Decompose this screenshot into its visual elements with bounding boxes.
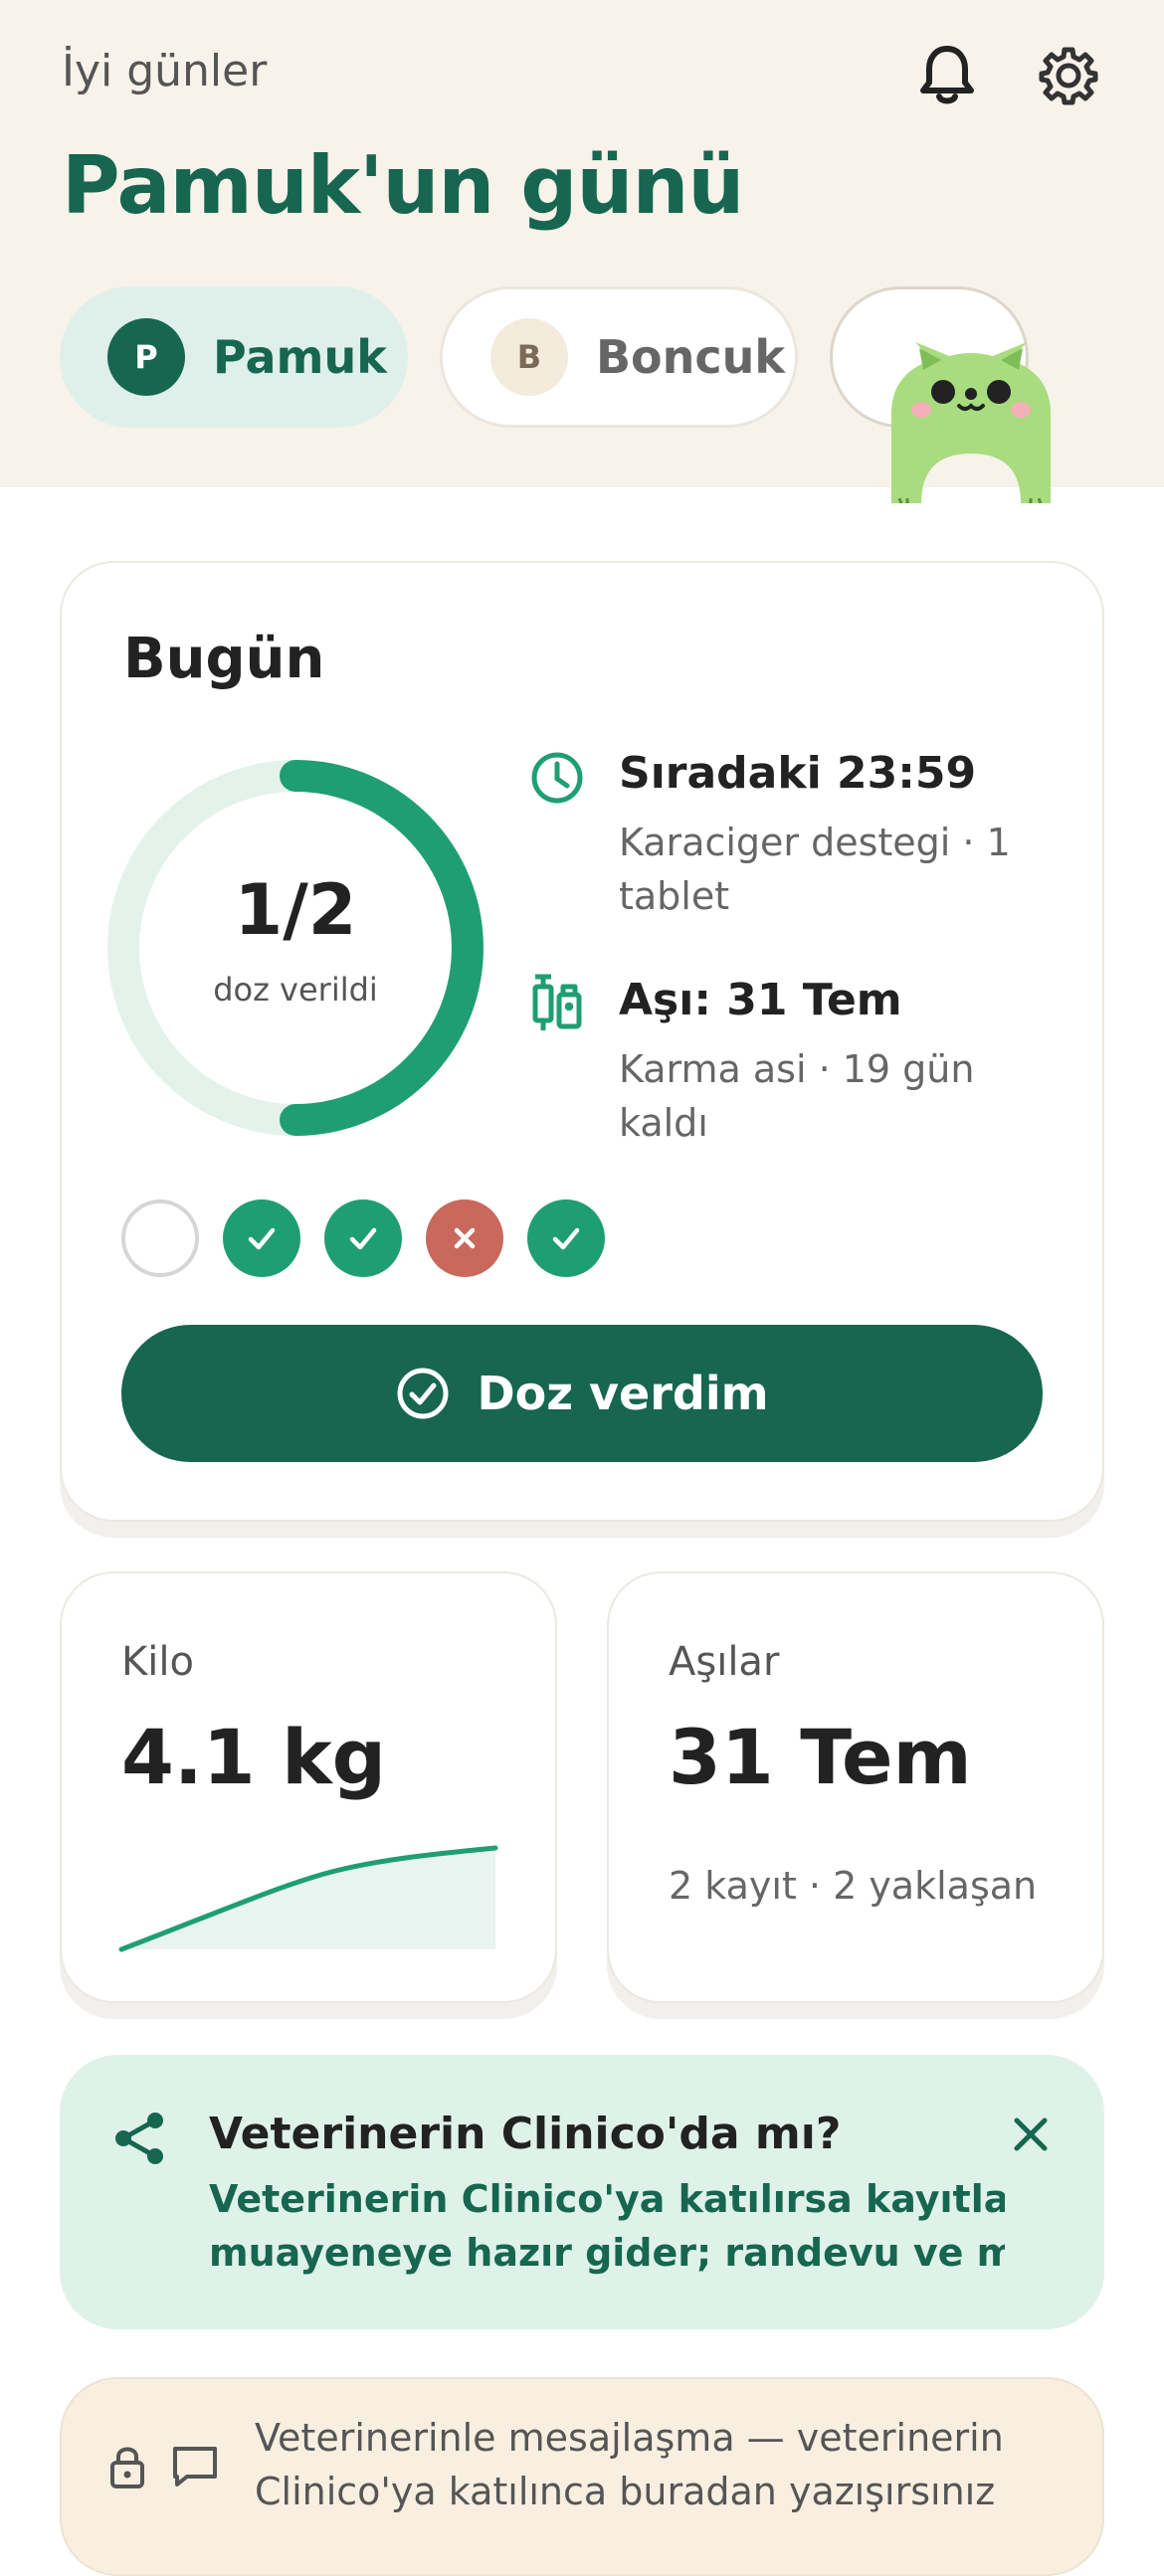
weight-value: 4.1 kg (121, 1713, 387, 1801)
dose-count-label: doz verildi (213, 971, 378, 1009)
pet-name: Pamuk (213, 330, 387, 384)
bell-icon (920, 46, 974, 104)
history-dot-missed (426, 1199, 503, 1277)
syringe-icon (532, 974, 582, 1030)
vaccines-value: 31 Tem (669, 1713, 972, 1801)
vaccine-title: Aşı: 31 Tem (619, 975, 902, 1025)
messaging-note-text: Veterinerinle mesajlaşma — veterinerin C… (255, 2416, 1004, 2513)
history-dot-done (324, 1199, 402, 1277)
clock-icon (531, 752, 583, 804)
avatar: P (107, 318, 185, 396)
today-title: Bugün (123, 627, 325, 691)
message-icon (173, 2447, 217, 2486)
avatar: B (490, 318, 568, 396)
history-dot-pending (121, 1199, 199, 1277)
x-icon (454, 1227, 476, 1249)
lock-icon (110, 2447, 144, 2488)
settings-button[interactable] (1031, 38, 1106, 113)
weight-trend-sparkline (118, 1845, 498, 1952)
vaccines-summary: 2 kayıt · 2 yaklaşan (669, 1864, 1038, 1908)
history-dot-done (527, 1199, 605, 1277)
today-card: Bugün 1/2 doz verildi Sıradaki 23:59 Kar… (60, 561, 1104, 1522)
page-title: Pamuk'un günü (62, 139, 744, 232)
weight-label: Kilo (121, 1639, 194, 1685)
next-dose-title: Sıradaki 23:59 (619, 748, 977, 799)
weight-card[interactable]: Kilo 4.1 kg (60, 1571, 557, 2003)
dose-given-button[interactable]: Doz verdim (121, 1325, 1043, 1462)
gear-icon (1039, 47, 1098, 105)
cat-mascot-icon (891, 342, 1051, 503)
check-circle-icon (397, 1368, 449, 1419)
close-icon (1014, 2117, 1048, 2151)
check-icon (349, 1227, 377, 1250)
clinic-banner[interactable]: Veterinerin Clinico'da mı? Veterinerin C… (60, 2055, 1104, 2329)
pet-tab-boncuk[interactable]: B Boncuk (440, 286, 798, 428)
history-dot-done (223, 1199, 300, 1277)
dismiss-banner-button[interactable] (1001, 2105, 1061, 2164)
check-icon (248, 1227, 276, 1250)
clinic-banner-text: Veterinerin Clinico'ya katılırsa kayıtla… (209, 2177, 1005, 2275)
next-dose-detail: Karaciger destegi · 1 tablet (619, 821, 1011, 918)
vaccines-card[interactable]: Aşılar 31 Tem 2 kayıt · 2 yaklaşan (607, 1571, 1104, 2003)
check-icon (552, 1227, 580, 1250)
greeting-text: İyi günler (62, 46, 268, 96)
notifications-button[interactable] (909, 38, 985, 113)
vaccines-label: Aşılar (669, 1639, 780, 1685)
pet-tab-pamuk[interactable]: P Pamuk (60, 286, 408, 428)
share-icon (115, 2113, 163, 2164)
messaging-locked-note: Veterinerinle mesajlaşma — veterinerin C… (60, 2377, 1104, 2576)
pet-name: Boncuk (596, 330, 786, 384)
dose-given-label: Doz verdim (477, 1367, 769, 1420)
dose-count: 1/2 (234, 869, 357, 951)
clinic-banner-title: Veterinerin Clinico'da mı? (209, 2109, 842, 2159)
vaccine-detail: Karma asi · 19 gün kaldı (619, 1047, 975, 1145)
